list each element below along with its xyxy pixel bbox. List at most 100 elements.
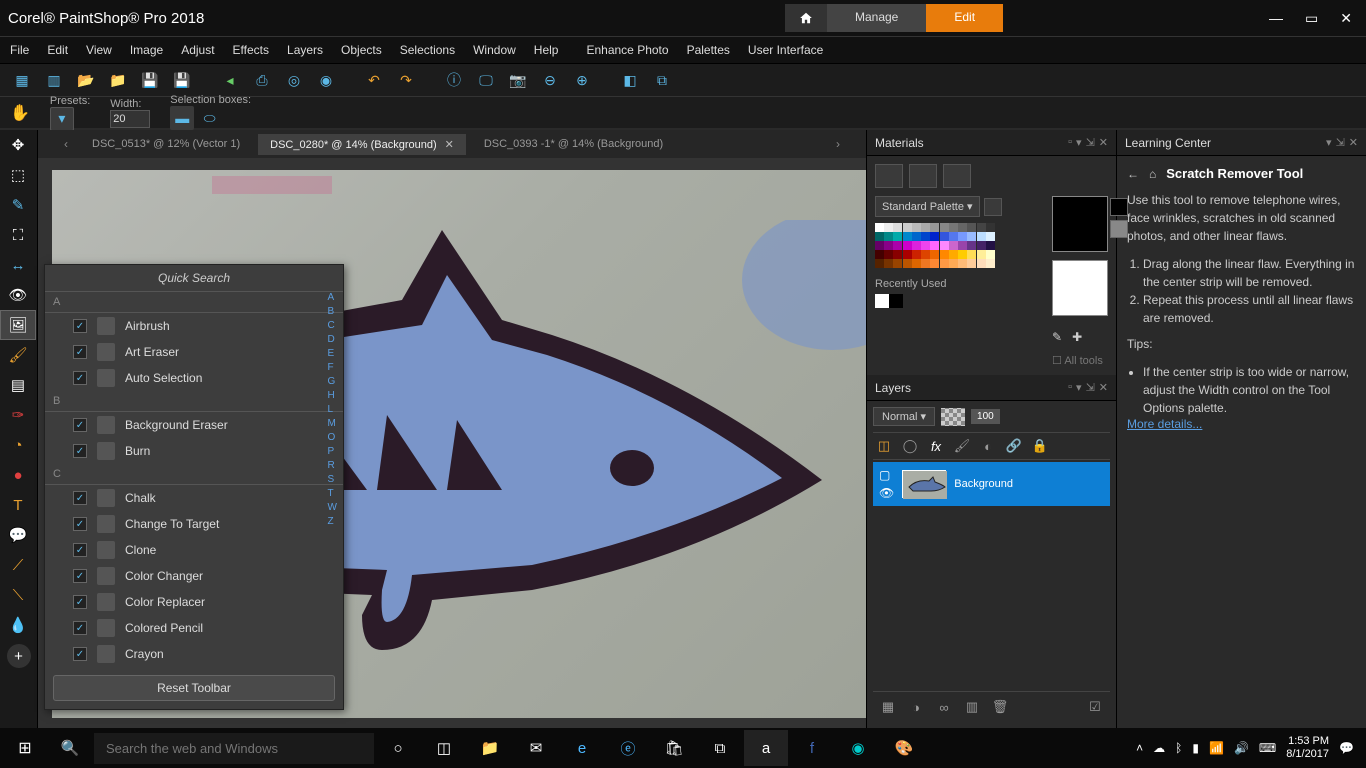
tool-eye[interactable]: 👁 — [0, 280, 36, 310]
qs-item[interactable]: ✓Airbrush — [45, 313, 343, 339]
checkbox-icon[interactable]: ✓ — [73, 444, 87, 458]
reset-toolbar-button[interactable]: Reset Toolbar — [53, 675, 335, 701]
lc-home-icon[interactable]: ⌂ — [1149, 167, 1156, 181]
new-icon[interactable]: ▦ — [10, 68, 34, 92]
tool-crop[interactable]: ⛶ — [0, 220, 36, 250]
fg-style1[interactable] — [1110, 198, 1128, 216]
color-swatches[interactable] — [875, 223, 995, 268]
color-swatch[interactable] — [949, 259, 958, 268]
color-swatch[interactable] — [958, 223, 967, 232]
foreground-swatch[interactable] — [1052, 196, 1108, 252]
color-swatch[interactable] — [875, 241, 884, 250]
hand-tool-icon[interactable]: ✋ — [10, 103, 30, 123]
mask2-icon[interactable]: ∞ — [935, 698, 953, 716]
layers-header[interactable]: Layers ▫▾⇲✕ — [867, 375, 1116, 401]
tray-clock[interactable]: 1:53 PM 8/1/2017 — [1286, 735, 1329, 761]
color-swatch[interactable] — [940, 223, 949, 232]
taskbar-search[interactable] — [94, 733, 374, 764]
menu-adjust[interactable]: Adjust — [181, 43, 214, 57]
tool-move[interactable]: ✥ — [0, 130, 36, 160]
color-swatch[interactable] — [893, 223, 902, 232]
doc-tab-1[interactable]: DSC_0280* @ 14% (Background)✕ — [258, 134, 466, 155]
color-swatch[interactable] — [940, 259, 949, 268]
tool-smear[interactable]: ⟍ — [0, 580, 36, 610]
qs-item[interactable]: ✓Chalk — [45, 485, 343, 511]
save-icon[interactable]: 💾 — [138, 68, 162, 92]
tool-dropper[interactable]: ✎ — [0, 190, 36, 220]
tool-fill[interactable]: ◔ — [0, 430, 36, 460]
tray-cloud-icon[interactable]: ☁ — [1153, 741, 1165, 755]
quick-search-list[interactable]: A✓Airbrush✓Art Eraser✓Auto SelectionB✓Ba… — [45, 292, 343, 667]
menu-user-interface[interactable]: User Interface — [748, 43, 823, 57]
qs-item[interactable]: ✓Clone — [45, 537, 343, 563]
color-swatch[interactable] — [986, 241, 995, 250]
color-swatch[interactable] — [875, 232, 884, 241]
selbox-square-icon[interactable]: ▬ — [170, 106, 194, 130]
color-swatch[interactable] — [967, 232, 976, 241]
alpha-letter[interactable]: S — [328, 474, 337, 485]
tool-liquify[interactable]: 💧 — [0, 610, 36, 640]
menu-objects[interactable]: Objects — [341, 43, 382, 57]
quick-search-header[interactable]: Quick Search — [45, 265, 343, 292]
amazon-icon[interactable]: a — [744, 730, 788, 766]
link-icon[interactable]: 🔗 — [1005, 437, 1023, 455]
alpha-letter[interactable]: R — [328, 460, 337, 471]
tray-wifi-icon[interactable]: 📶 — [1209, 741, 1224, 755]
checkbox-icon[interactable]: ✓ — [73, 319, 87, 333]
alpha-letter[interactable]: F — [328, 362, 337, 373]
layer-visibility-icon[interactable]: 👁 — [879, 486, 894, 500]
color-swatch[interactable] — [930, 223, 939, 232]
color-swatch[interactable] — [940, 232, 949, 241]
color-swatch[interactable] — [893, 250, 902, 259]
grid-icon[interactable]: ▥ — [42, 68, 66, 92]
alpha-letter[interactable]: W — [328, 502, 337, 513]
color-swatch[interactable] — [949, 223, 958, 232]
layout-icon[interactable]: ◧ — [618, 68, 642, 92]
mat-rainbow-mode[interactable] — [909, 164, 937, 188]
menu-help[interactable]: Help — [534, 43, 559, 57]
delete-layer-icon[interactable]: 🗑 — [991, 698, 1009, 716]
lc-menu-icon[interactable]: ▾ — [1326, 136, 1332, 149]
panel-undock-icon[interactable]: ▫ — [1068, 136, 1072, 149]
checkbox-icon[interactable]: ✓ — [73, 621, 87, 635]
color-swatch[interactable] — [884, 250, 893, 259]
checkbox-icon[interactable]: ✓ — [73, 371, 87, 385]
color-swatch[interactable] — [921, 232, 930, 241]
lc-close-icon[interactable]: ✕ — [1349, 136, 1358, 149]
layer-expand-icon[interactable]: ▢ — [879, 468, 894, 482]
tool-pen[interactable]: ✑ — [0, 400, 36, 430]
tool-text[interactable]: T — [0, 490, 36, 520]
color-swatch[interactable] — [977, 241, 986, 250]
tool-scratch-remover[interactable]: 🖼 — [0, 310, 36, 340]
tray-battery-icon[interactable]: ▮ — [1192, 741, 1199, 755]
menu-edit[interactable]: Edit — [47, 43, 68, 57]
checkbox-icon[interactable]: ✓ — [73, 345, 87, 359]
color-swatch[interactable] — [986, 250, 995, 259]
color-swatch[interactable] — [986, 232, 995, 241]
checkbox-icon[interactable]: ✓ — [73, 569, 87, 583]
minimize-button[interactable]: — — [1263, 8, 1289, 29]
tray-keyboard-icon[interactable]: ⌨ — [1259, 741, 1276, 755]
home-tab[interactable] — [785, 4, 827, 32]
open2-icon[interactable]: 📁 — [106, 68, 130, 92]
color-swatch[interactable] — [875, 250, 884, 259]
color-swatch[interactable] — [977, 223, 986, 232]
blend-mode-dropdown[interactable]: Normal ▾ — [873, 407, 935, 426]
color-swatch[interactable] — [921, 250, 930, 259]
alpha-letter[interactable]: L — [328, 404, 337, 415]
checkbox-icon[interactable]: ✓ — [73, 491, 87, 505]
color-swatch[interactable] — [884, 241, 893, 250]
panel-pin-icon[interactable]: ⇲ — [1086, 136, 1095, 149]
alpha-letter[interactable]: P — [328, 446, 337, 457]
menu-window[interactable]: Window — [473, 43, 516, 57]
color-swatch[interactable] — [903, 232, 912, 241]
monitor-icon[interactable]: 🖵 — [474, 68, 498, 92]
new-raster-icon[interactable]: ▦ — [879, 698, 897, 716]
eyedropper-icon[interactable]: ✎ — [1052, 330, 1062, 344]
color-swatch[interactable] — [958, 250, 967, 259]
color-swatch[interactable] — [986, 259, 995, 268]
layers-pin-icon[interactable]: ⇲ — [1086, 381, 1095, 394]
color-swatch[interactable] — [940, 250, 949, 259]
color-swatch[interactable] — [912, 250, 921, 259]
alpha-letter[interactable]: C — [328, 320, 337, 331]
